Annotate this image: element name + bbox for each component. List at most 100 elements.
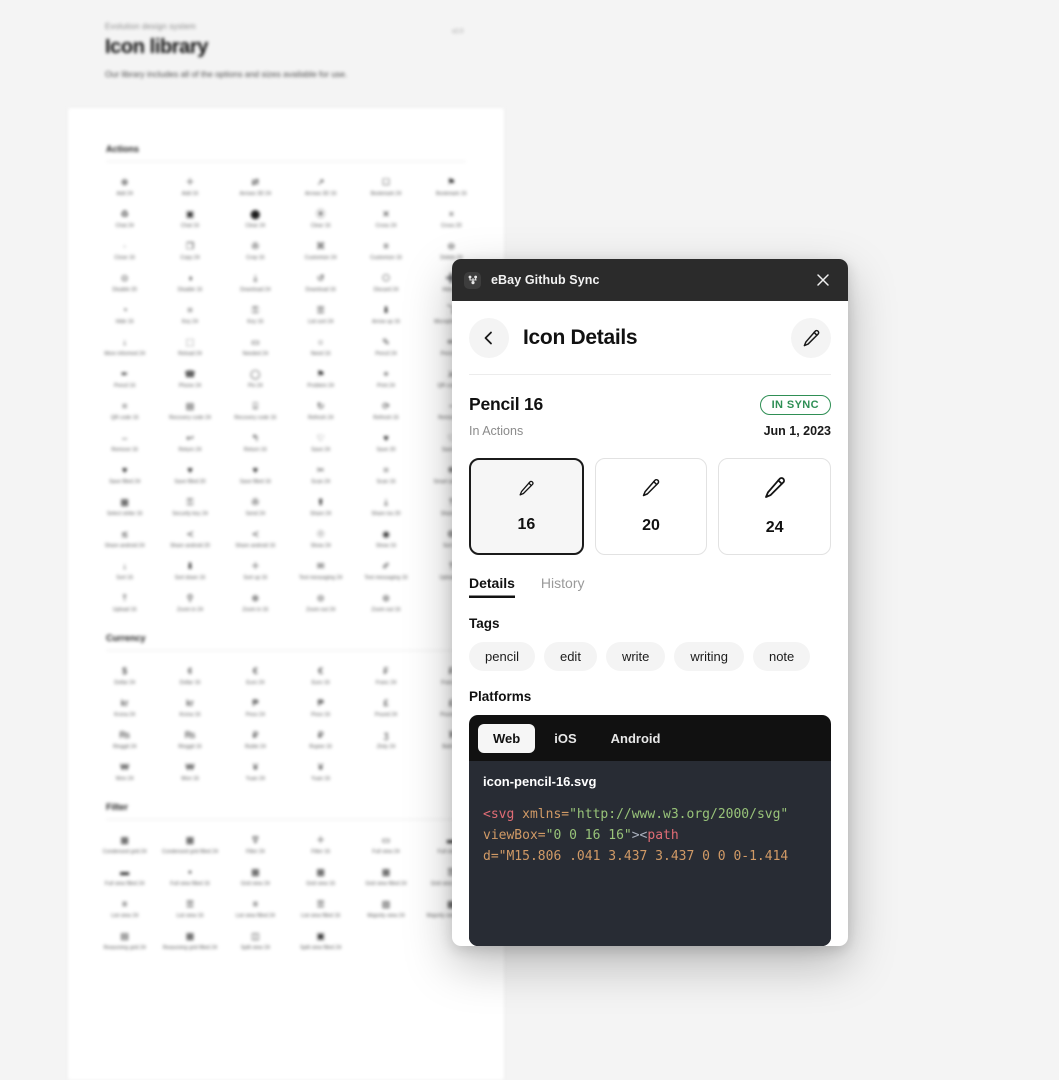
- background-icon-cell[interactable]: ₱ Peso 24: [223, 697, 288, 718]
- background-icon-cell[interactable]: ♥ Save filled 20: [157, 464, 222, 485]
- background-icon-cell[interactable]: ₩ Won 16: [157, 761, 222, 782]
- background-icon-cell[interactable]: ↗ Arrows 3D 16: [288, 176, 353, 197]
- edit-button[interactable]: [791, 318, 831, 358]
- tag-chip[interactable]: edit: [543, 642, 597, 671]
- background-icon-cell[interactable]: ⬇ Sort down 16: [157, 560, 222, 581]
- background-icon-cell[interactable]: ʒ Zloty 24: [353, 729, 418, 750]
- background-icon-cell[interactable]: ₩ Won 24: [92, 761, 157, 782]
- background-icon-cell[interactable]: ♻ Chat 24: [92, 208, 157, 229]
- background-icon-cell[interactable]: ＋ Sort up 16: [223, 560, 288, 581]
- platform-tab-web[interactable]: Web: [478, 724, 536, 753]
- background-icon-cell[interactable]: ⤓ Download 24: [223, 272, 288, 293]
- background-icon-cell[interactable]: ◫ Split view 24: [223, 930, 288, 951]
- background-icon-cell[interactable]: ¢ Dollar 16: [157, 665, 222, 686]
- tag-chip[interactable]: note: [752, 642, 811, 671]
- background-icon-cell[interactable]: £ Pound 24: [353, 697, 418, 718]
- background-icon-cell[interactable]: ✉ Text messaging 24: [288, 560, 353, 581]
- background-icon-cell[interactable]: kr Krona 24: [92, 697, 157, 718]
- background-icon-cell[interactable]: ⌗ Key 24: [157, 304, 222, 325]
- background-icon-cell[interactable]: ¥ Yuan 24: [223, 761, 288, 782]
- background-icon-cell[interactable]: ⇄ Arrows 3D 24: [223, 176, 288, 197]
- background-icon-cell[interactable]: – Remove 16: [92, 432, 157, 453]
- background-icon-cell[interactable]: ⌗ QR code 16: [92, 400, 157, 421]
- background-icon-cell[interactable]: ⎔ Discard 24: [353, 272, 418, 293]
- background-icon-cell[interactable]: ⊕ Add 24: [92, 176, 157, 197]
- background-icon-cell[interactable]: ✎ Pencil 24: [353, 336, 418, 357]
- background-icon-cell[interactable]: ≡ Customize 16: [353, 240, 418, 261]
- background-icon-cell[interactable]: ▦ Condensed grid filled 24: [157, 834, 222, 855]
- background-icon-cell[interactable]: ▦ Select strike 16: [92, 496, 157, 517]
- background-icon-cell[interactable]: kr Krona 16: [157, 697, 222, 718]
- background-icon-cell[interactable]: ▪ Full view filled 16: [157, 866, 222, 887]
- background-icon-cell[interactable]: ∇ Filter 24: [223, 834, 288, 855]
- background-icon-cell[interactable]: ◉ Show 16: [353, 528, 418, 549]
- background-icon-cell[interactable]: ✂ Scan 24: [288, 464, 353, 485]
- background-icon-cell[interactable]: ⚿ Key 16: [223, 304, 288, 325]
- background-icon-cell[interactable]: ⌘ Customize 24: [288, 240, 353, 261]
- size-card-20[interactable]: 20: [594, 458, 708, 555]
- background-icon-cell[interactable]: ₽ Rupee 16: [288, 729, 353, 750]
- background-icon-cell[interactable]: ₨ Ringgit 16: [157, 729, 222, 750]
- background-icon-cell[interactable]: ⬤ Clear 24: [223, 208, 288, 229]
- background-icon-cell[interactable]: ⚿ Security key 24: [157, 496, 222, 517]
- background-icon-cell[interactable]: ☰ List sort 24: [288, 304, 353, 325]
- background-icon-cell[interactable]: € Euro 24: [223, 665, 288, 686]
- background-icon-cell[interactable]: ⚑ Problem 24: [288, 368, 353, 389]
- background-icon-cell[interactable]: ≡ List view 24: [92, 898, 157, 919]
- background-icon-cell[interactable]: ↓ More informed 24: [92, 336, 157, 357]
- background-icon-cell[interactable]: · Close 16: [92, 240, 157, 261]
- background-icon-cell[interactable]: ↓ Sort 16: [92, 560, 157, 581]
- background-icon-cell[interactable]: ◯ Pin 24: [223, 368, 288, 389]
- background-icon-cell[interactable]: ₱ Peso 16: [288, 697, 353, 718]
- background-icon-cell[interactable]: ⌸ Recovery code 16: [223, 400, 288, 421]
- background-icon-cell[interactable]: ♥ Save filled 24: [92, 464, 157, 485]
- background-icon-cell[interactable]: $ Dollar 24: [92, 665, 157, 686]
- background-icon-cell[interactable]: ✕ Cross 24: [353, 208, 418, 229]
- background-icon-cell[interactable]: ↻ Refresh 24: [288, 400, 353, 421]
- background-icon-cell[interactable]: ♥ Save 20: [353, 432, 418, 453]
- background-icon-cell[interactable]: ❐ Copy 24: [157, 240, 222, 261]
- background-icon-cell[interactable]: ☉ Show 24: [288, 528, 353, 549]
- tab-details[interactable]: Details: [469, 575, 515, 598]
- code-snippet[interactable]: <svg xmlns="http://www.w3.org/2000/svg" …: [483, 804, 817, 867]
- background-icon-cell[interactable]: ⬆ Share 24: [288, 496, 353, 517]
- background-icon-cell[interactable]: ＋ Filter 16: [288, 834, 353, 855]
- background-icon-cell[interactable]: ≺ Share android 16: [223, 528, 288, 549]
- background-icon-cell[interactable]: ☰ List view 16: [157, 898, 222, 919]
- background-icon-cell[interactable]: ✐ Text messaging 16: [353, 560, 418, 581]
- background-icon-cell[interactable]: ⊙ Disable 20: [92, 272, 157, 293]
- background-icon-cell[interactable]: ✇ Send 24: [223, 496, 288, 517]
- back-button[interactable]: [469, 318, 509, 358]
- background-icon-cell[interactable]: ↺ Download 16: [288, 272, 353, 293]
- background-icon-cell[interactable]: ⚑ Bookmark 16: [419, 176, 484, 197]
- background-icon-cell[interactable]: ▭ Full view 24: [353, 834, 418, 855]
- background-icon-cell[interactable]: ↩ Return 24: [157, 432, 222, 453]
- background-icon-cell[interactable]: ₣ Franc 24: [353, 665, 418, 686]
- size-card-16[interactable]: 16: [469, 458, 584, 555]
- tab-history[interactable]: History: [541, 575, 585, 598]
- background-icon-cell[interactable]: ⊖ Delete 24: [419, 240, 484, 261]
- background-icon-cell[interactable]: ♥ Save filled 16: [223, 464, 288, 485]
- background-icon-cell[interactable]: ⤓ Share ios 20: [353, 496, 418, 517]
- background-icon-cell[interactable]: € Euro 16: [288, 665, 353, 686]
- background-icon-cell[interactable]: ▦ Grid view 24: [223, 866, 288, 887]
- background-icon-cell[interactable]: ⊝ Zoom out 24: [288, 592, 353, 613]
- background-icon-cell[interactable]: ⌗ Scan 16: [353, 464, 418, 485]
- background-icon-cell[interactable]: ⟳ Refresh 16: [353, 400, 418, 421]
- tag-chip[interactable]: pencil: [469, 642, 535, 671]
- background-icon-cell[interactable]: ⬚ Reload 24: [157, 336, 222, 357]
- background-icon-cell[interactable]: ⚲ Zoom in 24: [157, 592, 222, 613]
- background-icon-cell[interactable]: ¥ Yuan 16: [288, 761, 353, 782]
- background-icon-cell[interactable]: ＋ Add 16: [157, 176, 222, 197]
- background-icon-cell[interactable]: ○ Need 16: [288, 336, 353, 357]
- background-icon-cell[interactable]: ▦ Reasoning grid filled 24: [157, 930, 222, 951]
- background-icon-cell[interactable]: ↰ Return 16: [223, 432, 288, 453]
- background-icon-cell[interactable]: ◔ Hide 16: [92, 304, 157, 325]
- background-icon-cell[interactable]: ☰ List view filled 16: [288, 898, 353, 919]
- background-icon-cell[interactable]: ▦ Grid view 16: [288, 866, 353, 887]
- background-icon-cell[interactable]: ▤ Reasoning grid 24: [92, 930, 157, 951]
- background-icon-cell[interactable]: ▤ Recovery code 24: [157, 400, 222, 421]
- background-icon-cell[interactable]: ▣ Chat 16: [157, 208, 222, 229]
- background-icon-cell[interactable]: ⊜ Zoom out 16: [353, 592, 418, 613]
- tag-chip[interactable]: writing: [674, 642, 744, 671]
